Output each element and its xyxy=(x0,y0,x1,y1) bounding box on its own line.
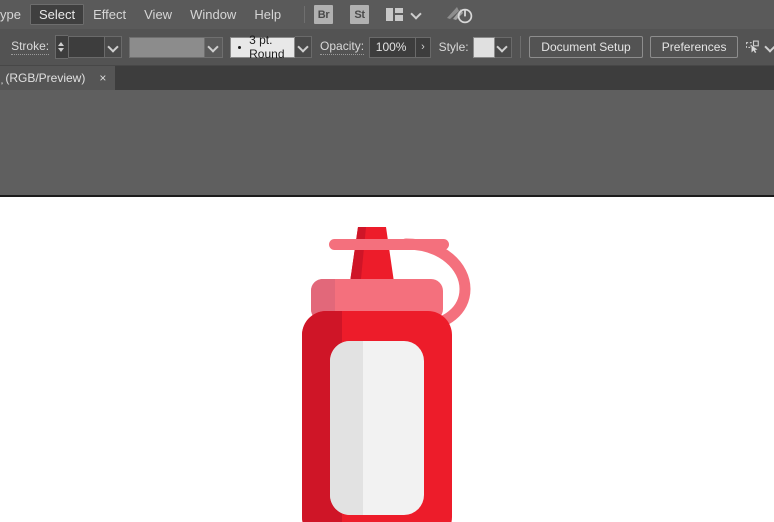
document-tab-label: ̦ (RGB/Preview) xyxy=(2,71,86,85)
artboard-canvas[interactable] xyxy=(0,197,774,522)
red-squeeze-sauce-bottle-artwork[interactable] xyxy=(283,227,493,522)
creative-cloud-icon[interactable] xyxy=(446,4,474,26)
menu-item-effect[interactable]: Effect xyxy=(84,4,135,25)
illustrator-window: ype Select Effect View Window Help Br St… xyxy=(0,0,774,522)
bridge-button[interactable]: Br xyxy=(314,5,334,24)
opacity-label: Opacity: xyxy=(320,39,365,55)
chevron-down-icon xyxy=(208,42,219,53)
graphic-style-swatch[interactable] xyxy=(473,36,496,58)
stock-button[interactable]: St xyxy=(350,5,370,24)
select-similar-objects-icon[interactable] xyxy=(746,39,762,55)
brush-definition-dropdown[interactable] xyxy=(295,36,313,58)
menu-bar: ype Select Effect View Window Help Br St xyxy=(0,0,774,29)
chevron-down-icon[interactable] xyxy=(411,9,422,20)
chevron-down-icon xyxy=(497,42,508,53)
chevron-down-icon xyxy=(298,42,309,53)
variable-width-profile-dropdown[interactable] xyxy=(205,36,224,58)
work-area xyxy=(0,90,774,197)
menu-item-view[interactable]: View xyxy=(135,4,181,25)
menu-divider xyxy=(304,6,306,23)
menu-item-help[interactable]: Help xyxy=(245,4,290,25)
opacity-popup-button[interactable]: › xyxy=(416,36,431,58)
brush-dot-icon xyxy=(238,45,242,49)
brush-definition-field[interactable]: 3 pt. Round xyxy=(230,33,296,61)
brush-definition-label: 3 pt. Round xyxy=(249,33,285,61)
chevron-down-icon xyxy=(108,42,119,53)
preferences-button[interactable]: Preferences xyxy=(649,36,739,58)
cap-strap-bar xyxy=(329,239,449,250)
document-tab-bar: ̦ (RGB/Preview) × xyxy=(0,66,774,90)
close-icon[interactable]: × xyxy=(99,72,106,84)
graphic-style-dropdown[interactable] xyxy=(495,36,512,58)
arrange-documents-icon[interactable] xyxy=(386,8,404,21)
control-bar: Stroke: 3 pt. Round Opacity: 100% › Styl… xyxy=(0,29,774,66)
opacity-input[interactable]: 100% xyxy=(368,36,417,58)
chevron-down-icon[interactable] xyxy=(765,42,774,53)
stroke-weight-stepper[interactable] xyxy=(54,35,69,59)
bottle-label xyxy=(330,341,424,515)
stroke-weight-dropdown[interactable] xyxy=(105,36,123,58)
style-label: Style: xyxy=(438,39,469,54)
document-tab[interactable]: ̦ (RGB/Preview) × xyxy=(0,66,116,90)
variable-width-profile-swatch[interactable] xyxy=(129,36,206,58)
menu-item-window[interactable]: Window xyxy=(181,4,245,25)
power-icon xyxy=(457,8,473,23)
stroke-label: Stroke: xyxy=(11,39,50,55)
menu-item-type[interactable]: ype xyxy=(0,4,30,25)
document-setup-button[interactable]: Document Setup xyxy=(529,36,643,58)
stroke-weight-input[interactable] xyxy=(68,36,106,58)
menu-item-select[interactable]: Select xyxy=(29,4,85,25)
control-divider xyxy=(519,36,521,58)
